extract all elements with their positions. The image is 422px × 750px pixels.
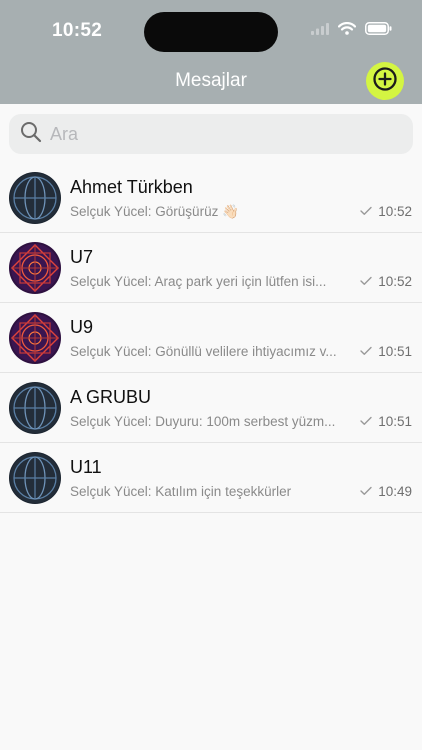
new-message-button[interactable] — [366, 62, 404, 100]
last-message-preview: Selçuk Yücel: Görüşürüz 👋🏻 — [70, 204, 239, 219]
signal-icon — [311, 22, 329, 40]
last-message-preview: Selçuk Yücel: Duyuru: 100m serbest yüzm.… — [70, 414, 336, 429]
status-time: 10:52 — [52, 20, 103, 41]
dynamic-island — [144, 12, 278, 52]
message-time: 10:52 — [378, 204, 412, 219]
message-time: 10:51 — [378, 344, 412, 359]
avatar — [9, 242, 61, 294]
search-input[interactable] — [50, 123, 390, 145]
avatar — [9, 382, 61, 434]
message-time: 10:49 — [378, 484, 412, 499]
message-meta: 10:52 — [360, 274, 412, 289]
conversation-name: A GRUBU — [70, 387, 152, 407]
message-meta: 10:51 — [360, 344, 412, 359]
conversation-name: U11 — [70, 457, 102, 477]
battery-icon — [365, 22, 392, 40]
message-time: 10:52 — [378, 274, 412, 289]
last-message-preview: Selçuk Yücel: Gönüllü velilere ihtiyacım… — [70, 344, 337, 359]
wifi-icon — [337, 22, 357, 40]
conversation-name: Ahmet Türkben — [70, 177, 193, 197]
sent-check-icon — [360, 484, 372, 499]
conversation-row[interactable]: U9 Selçuk Yücel: Gönüllü velilere ihtiyac… — [0, 303, 422, 373]
page-title: Mesajlar — [175, 70, 247, 91]
status-icons — [311, 22, 392, 40]
search-bar[interactable] — [9, 114, 413, 154]
conversation-name: U7 — [70, 247, 94, 267]
conversation-name: U9 — [70, 317, 94, 337]
sent-check-icon — [360, 274, 372, 289]
avatar — [9, 452, 61, 504]
header-bar: 10:52 Mesajlar — [0, 0, 422, 104]
conversation-row[interactable]: Ahmet Türkben Selçuk Yücel: Görüşürüz 👋🏻 1… — [0, 163, 422, 233]
sent-check-icon — [360, 414, 372, 429]
conversation-row[interactable]: A GRUBU Selçuk Yücel: Duyuru: 100m serbes… — [0, 373, 422, 443]
last-message-preview: Selçuk Yücel: Katılım için teşekkürler — [70, 484, 292, 499]
message-time: 10:51 — [378, 414, 412, 429]
conversation-row[interactable]: U7 Selçuk Yücel: Araç park yeri için lütf… — [0, 233, 422, 303]
search-icon — [9, 121, 42, 148]
message-meta: 10:49 — [360, 484, 412, 499]
message-meta: 10:52 — [360, 204, 412, 219]
sent-check-icon — [360, 204, 372, 219]
message-meta: 10:51 — [360, 414, 412, 429]
plus-circle-icon — [372, 66, 398, 97]
last-message-preview: Selçuk Yücel: Araç park yeri için lütfen… — [70, 274, 327, 289]
conversation-list: Ahmet Türkben Selçuk Yücel: Görüşürüz 👋🏻 1… — [0, 163, 422, 513]
sent-check-icon — [360, 344, 372, 359]
avatar — [9, 312, 61, 364]
avatar — [9, 172, 61, 224]
conversation-row[interactable]: U11 Selçuk Yücel: Katılım için teşekkürle… — [0, 443, 422, 513]
